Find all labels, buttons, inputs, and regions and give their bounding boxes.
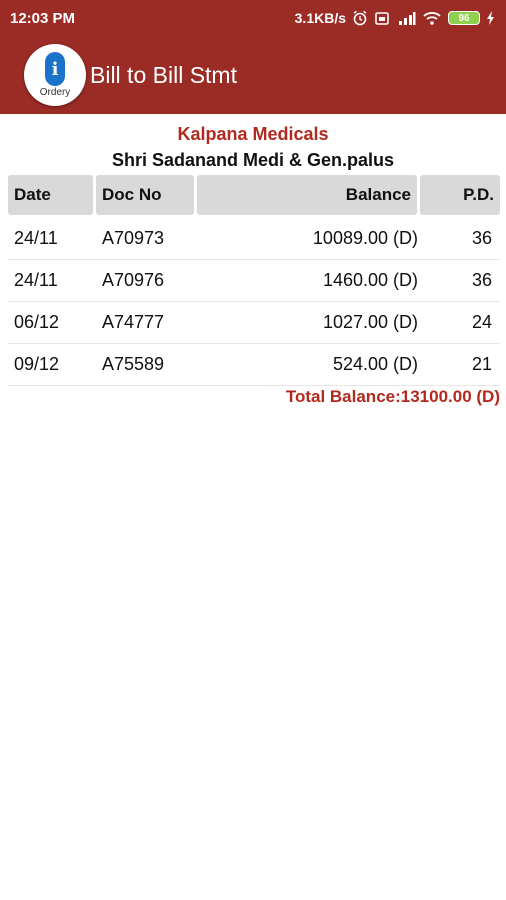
table-row[interactable]: 06/12 A74777 1027.00 (D) 24 bbox=[8, 302, 500, 344]
logo-text: Ordery bbox=[39, 87, 71, 98]
status-icons: 3.1KB/s 96 bbox=[295, 10, 496, 26]
column-header-balance: Balance bbox=[197, 175, 417, 215]
cell-doc-no: A75589 bbox=[102, 354, 165, 374]
column-header-doc-no: Doc No bbox=[96, 175, 194, 215]
info-pill-icon: i bbox=[45, 52, 65, 86]
status-time: 12:03 PM bbox=[10, 9, 76, 27]
cell-balance: 10089.00 (D) bbox=[312, 228, 418, 248]
calendar-notification-icon bbox=[374, 10, 390, 26]
company-name: Kalpana Medicals bbox=[177, 124, 329, 144]
table-row[interactable]: 09/12 A75589 524.00 (D) 21 bbox=[8, 344, 500, 386]
cell-date: 24/11 bbox=[14, 228, 58, 248]
cell-doc-no: A70976 bbox=[102, 270, 165, 290]
status-bar: 12:03 PM 3.1KB/s 96 bbox=[0, 0, 506, 36]
cell-pd: 24 bbox=[471, 312, 492, 332]
cell-balance: 524.00 (D) bbox=[332, 354, 418, 374]
total-balance: Total Balance:13100.00 (D) bbox=[285, 387, 500, 406]
network-speed: 3.1KB/s bbox=[294, 10, 346, 26]
table-body: 24/11 A70973 10089.00 (D) 36 24/11 A7097… bbox=[8, 218, 500, 386]
cell-doc-no: A70973 bbox=[102, 228, 165, 248]
wifi-icon bbox=[422, 10, 442, 26]
cell-balance: 1460.00 (D) bbox=[322, 270, 418, 290]
cell-balance: 1027.00 (D) bbox=[322, 312, 418, 332]
battery-icon: 96 bbox=[448, 11, 480, 25]
table-row[interactable]: 24/11 A70973 10089.00 (D) 36 bbox=[8, 218, 500, 260]
cell-pd: 36 bbox=[471, 228, 492, 248]
app-logo[interactable]: i Ordery bbox=[24, 44, 86, 106]
table-header: Date Doc No Balance P.D. bbox=[8, 175, 500, 215]
app-bar: i Ordery Bill to Bill Stmt bbox=[0, 36, 506, 114]
alarm-icon bbox=[352, 10, 368, 26]
column-header-date: Date bbox=[8, 175, 93, 215]
charging-icon bbox=[486, 10, 496, 26]
cell-pd: 21 bbox=[471, 354, 492, 374]
signal-icon bbox=[396, 10, 416, 26]
column-header-pd: P.D. bbox=[420, 175, 500, 215]
cell-date: 06/12 bbox=[14, 312, 60, 332]
cell-date: 24/11 bbox=[14, 270, 58, 290]
cell-date: 09/12 bbox=[14, 354, 60, 374]
statement-content: Kalpana Medicals Shri Sadanand Medi & Ge… bbox=[0, 114, 506, 406]
cell-pd: 36 bbox=[471, 270, 492, 290]
cell-doc-no: A74777 bbox=[102, 312, 165, 332]
party-name: Shri Sadanand Medi & Gen.palus bbox=[111, 150, 395, 170]
page-title: Bill to Bill Stmt bbox=[90, 61, 237, 88]
table-row[interactable]: 24/11 A70976 1460.00 (D) 36 bbox=[8, 260, 500, 302]
